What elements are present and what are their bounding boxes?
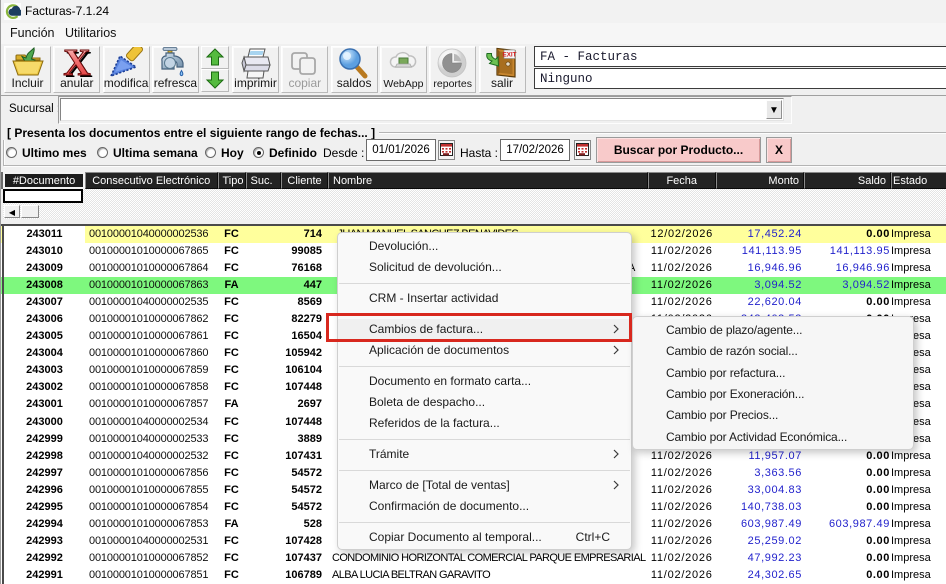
svg-text:EXIT: EXIT (503, 52, 517, 59)
